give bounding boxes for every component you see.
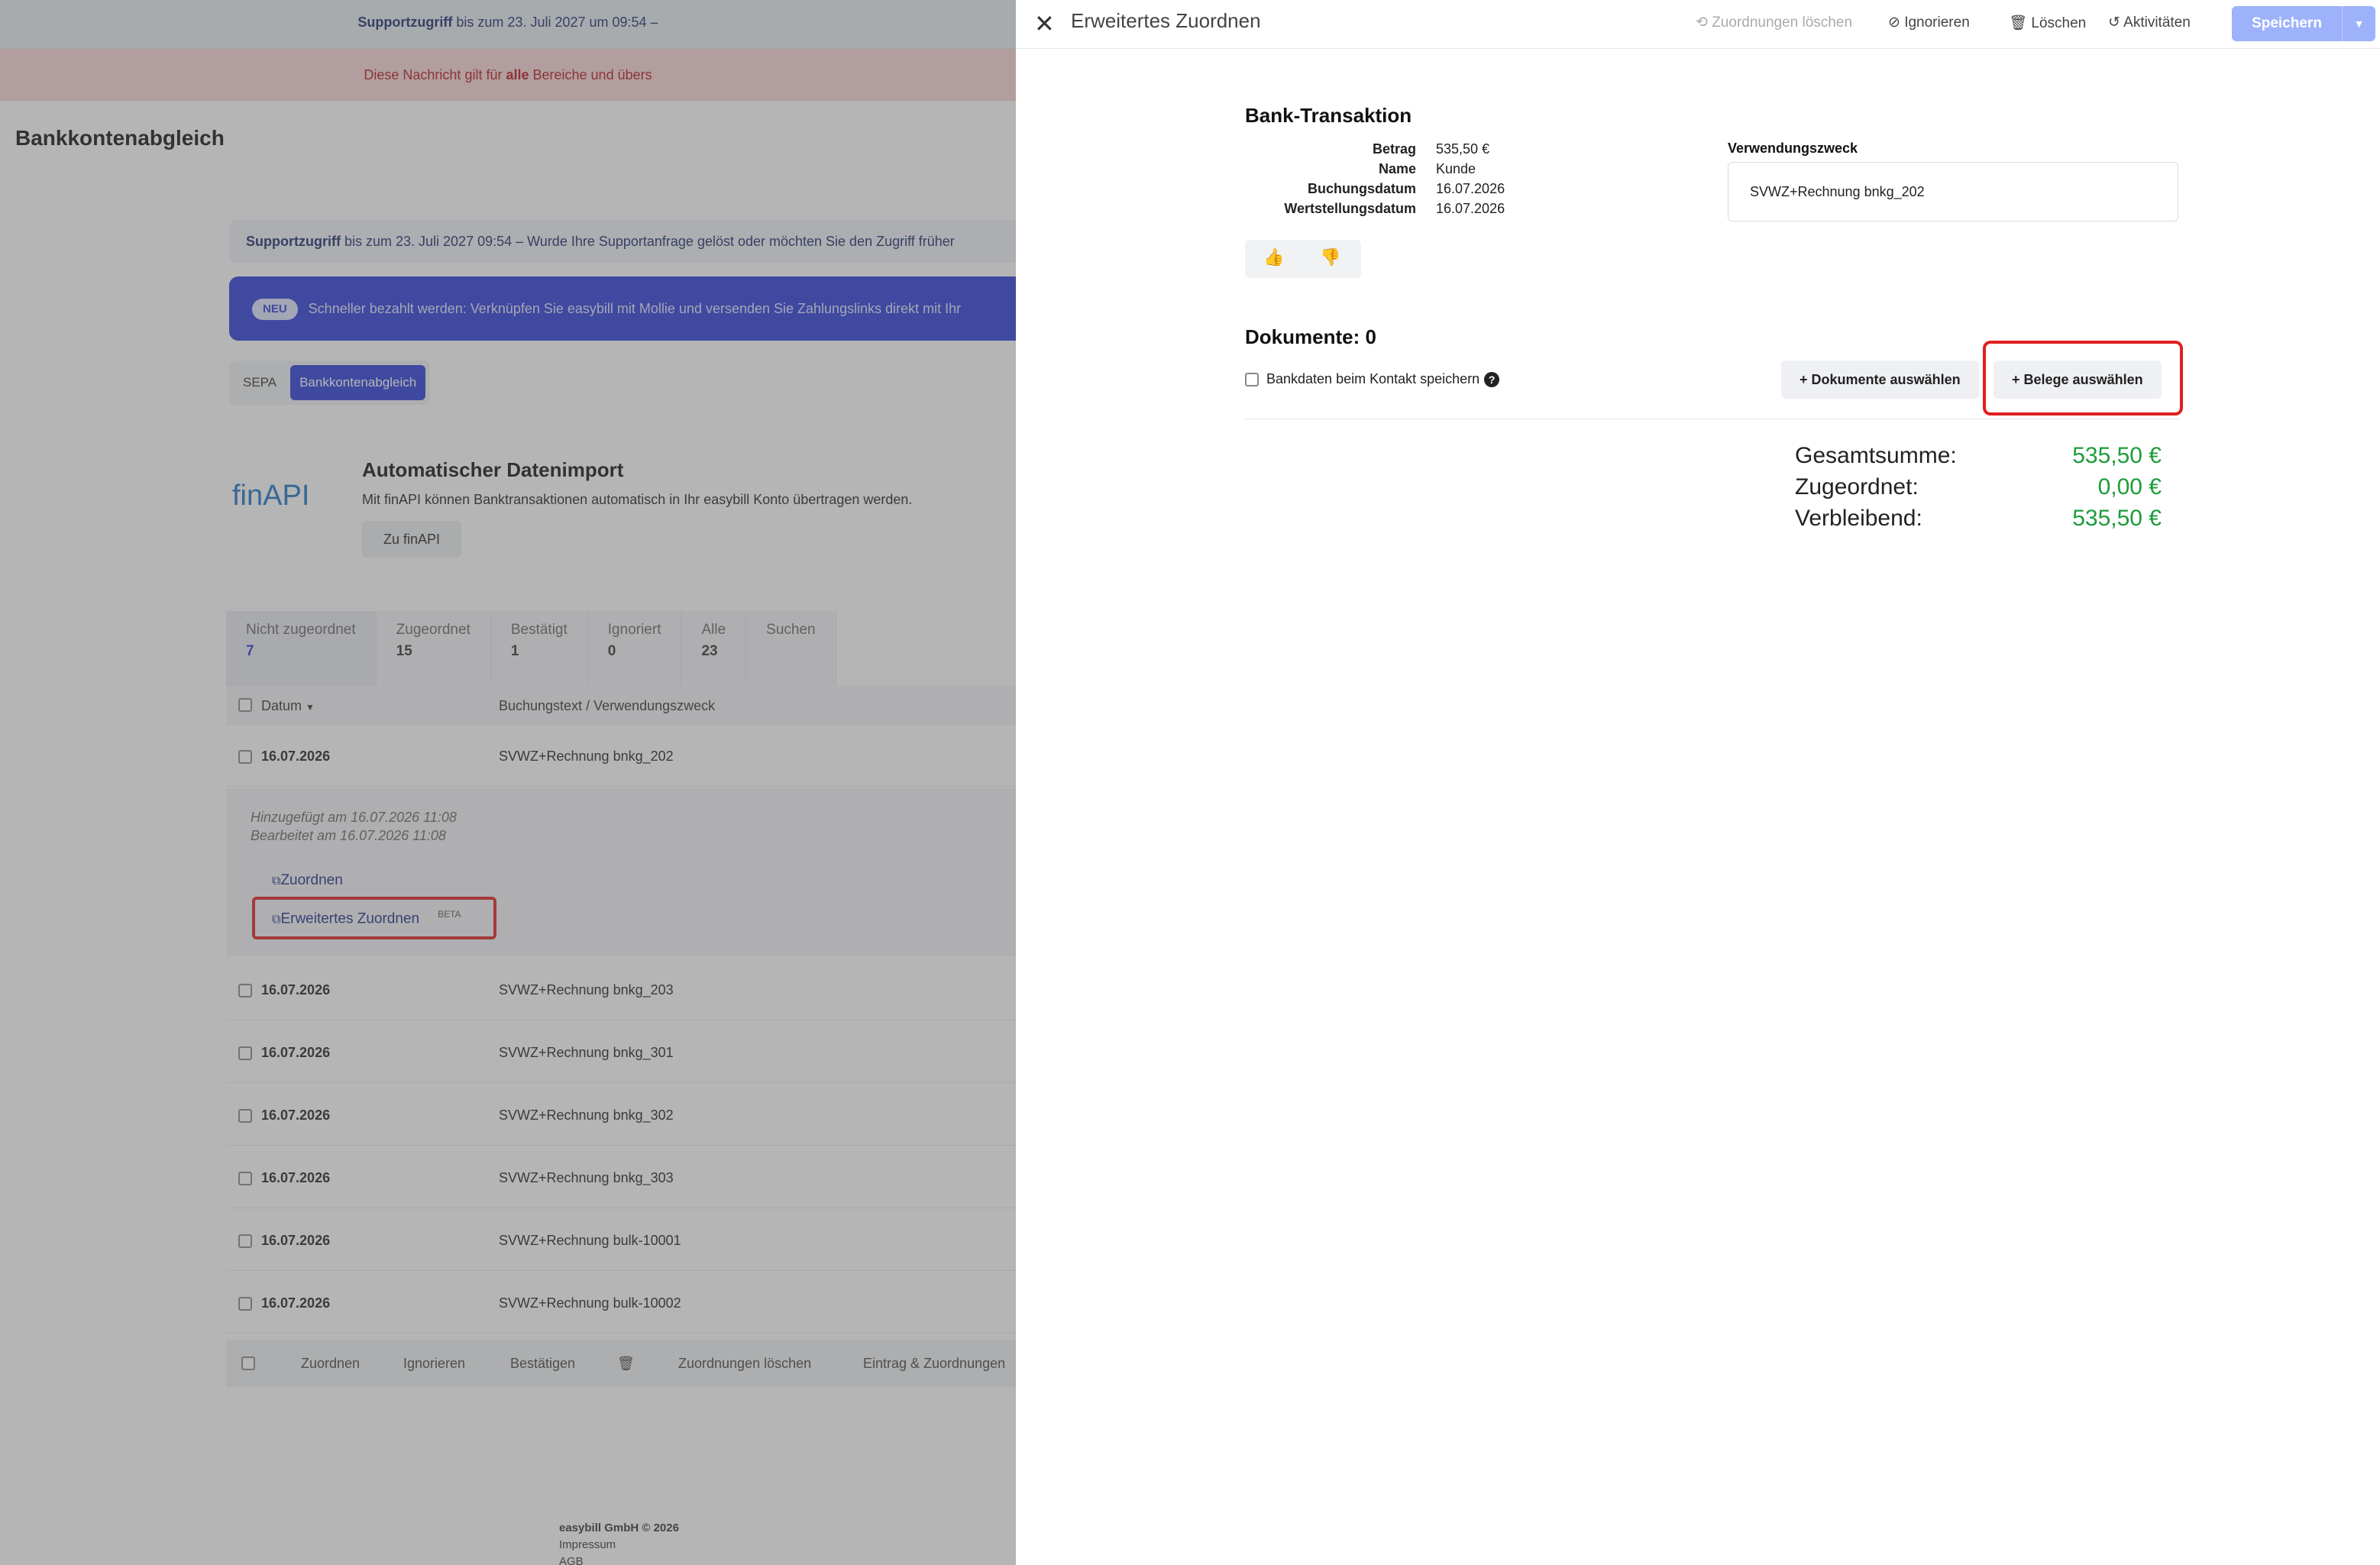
assigned-label: Zugeordnet: (1795, 474, 1919, 500)
aktivitaeten-button[interactable]: ↺ Aktivitäten (2108, 14, 2191, 31)
erweitertes-zuordnen-panel: ✕ Erweitertes Zuordnen ⟲ Zuordnungen lös… (1016, 0, 2380, 1565)
label-buchungsdatum: Buchungsdatum (1308, 181, 1416, 196)
trash-icon: 🗑 (2009, 15, 2028, 31)
loeschen-label: Löschen (2031, 15, 2087, 31)
close-icon[interactable]: ✕ (1034, 9, 1055, 38)
save-bank-data-label[interactable]: Bankdaten beim Kontakt speichern? (1266, 371, 1500, 387)
aktivitaeten-label: Aktivitäten (2123, 15, 2191, 31)
zuordnungen-loeschen-button[interactable]: ⟲ Zuordnungen löschen (1696, 14, 1852, 31)
save-bank-data-checkbox[interactable] (1245, 373, 1259, 386)
value-buchungsdatum: 16.07.2026 (1436, 181, 1505, 196)
thumbs-up-icon[interactable]: 👍 (1263, 247, 1284, 267)
eye-off-icon: ⊘ (1888, 15, 1900, 31)
value-betrag: 535,50 € (1436, 141, 1490, 157)
transaction-values: 535,50 € Kunde 16.07.2026 16.07.2026 (1436, 139, 1665, 223)
panel-header: ✕ Erweitertes Zuordnen ⟲ Zuordnungen lös… (1016, 0, 2380, 49)
highlight-belege-auswaehlen (1983, 341, 2183, 416)
plus-icon: + (1800, 372, 1808, 387)
feedback-buttons: 👍 👎 (1245, 240, 1361, 278)
help-icon[interactable]: ? (1484, 372, 1500, 387)
dokumente-auswaehlen-label: Dokumente auswählen (1811, 372, 1961, 387)
purpose-label: Verwendungszweck (1728, 141, 1858, 156)
value-name: Kunde (1436, 161, 1476, 176)
ignorieren-button[interactable]: ⊘ Ignorieren (1888, 14, 1970, 31)
undo-icon: ⟲ (1696, 15, 1708, 31)
ignorieren-label: Ignorieren (1904, 15, 1970, 31)
assigned-value: 0,00 € (2097, 474, 2162, 500)
remaining-value: 535,50 € (2072, 506, 2162, 531)
background-page: Supportzugriff bis zum 23. Juli 2027 um … (0, 0, 1016, 1565)
bank-transaction-heading: Bank-Transaktion (1245, 104, 1412, 127)
thumbs-down-icon[interactable]: 👎 (1320, 247, 1340, 267)
transaction-labels: Betrag Name Buchungsdatum Wertstellungsd… (1016, 139, 1416, 223)
value-wertstellungsdatum: 16.07.2026 (1436, 201, 1505, 216)
total-value: 535,50 € (2072, 443, 2162, 468)
history-icon: ↺ (2108, 15, 2120, 31)
purpose-field[interactable]: SVWZ+Rechnung bnkg_202 (1728, 162, 2178, 221)
label-name: Name (1378, 161, 1416, 176)
remaining-label: Verbleibend: (1795, 506, 1922, 531)
modal-overlay[interactable] (0, 0, 1016, 1565)
zuordnungen-loeschen-label: Zuordnungen löschen (1712, 15, 1853, 31)
panel-title: Erweitertes Zuordnen (1071, 9, 1261, 32)
dokumente-auswaehlen-button[interactable]: + Dokumente auswählen (1781, 361, 1979, 399)
save-dropdown-toggle[interactable]: ▼ (2342, 6, 2375, 41)
label-wertstellungsdatum: Wertstellungsdatum (1284, 201, 1416, 216)
save-bank-data-text: Bankdaten beim Kontakt speichern (1266, 371, 1480, 386)
loeschen-button[interactable]: 🗑 Löschen (2009, 14, 2086, 32)
chevron-down-icon: ▼ (2353, 18, 2365, 30)
label-betrag: Betrag (1372, 141, 1416, 157)
total-label: Gesamtsumme: (1795, 443, 1957, 468)
documents-heading: Dokumente: 0 (1245, 325, 1376, 348)
save-button[interactable]: Speichern (2232, 6, 2342, 41)
